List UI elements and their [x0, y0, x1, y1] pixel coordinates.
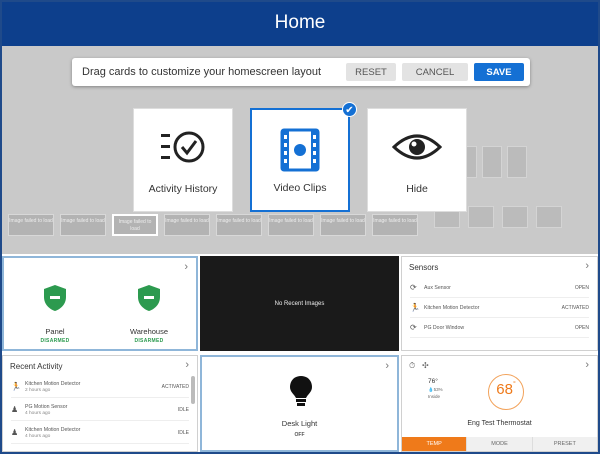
activity-time: 4 hours ago: [25, 433, 51, 439]
sensor-row[interactable]: 🏃 Kitchen Motion Detector ACTIVATED: [410, 298, 589, 318]
thermostat-name: Eng Test Thermostat: [467, 420, 532, 427]
activity-name: Kitchen Motion Detector: [25, 380, 81, 387]
chevron-right-icon[interactable]: ›: [585, 260, 589, 272]
light-status: OFF: [294, 432, 305, 438]
security-item-name: Panel: [45, 327, 65, 336]
lightbulb-icon[interactable]: [288, 375, 314, 407]
card-label: Activity History: [148, 183, 218, 195]
chevron-right-icon[interactable]: ›: [184, 261, 188, 273]
scrollbar[interactable]: [191, 376, 195, 404]
chevron-right-icon[interactable]: ›: [585, 359, 589, 371]
panel-title: Recent Activity: [10, 362, 63, 371]
chevron-right-icon[interactable]: ›: [185, 359, 189, 371]
shield-icon: [44, 285, 66, 311]
sensor-icon: ⟳: [410, 283, 417, 292]
activity-row[interactable]: ♟ Kitchen Motion Detector 4 hours ago IDL…: [11, 422, 189, 444]
background-tile: Image failed to load: [112, 214, 158, 236]
card-hide[interactable]: Hide: [367, 108, 467, 212]
security-panel[interactable]: › Panel DISARMED Warehouse DISARMED: [2, 256, 198, 351]
tab-preset[interactable]: PRESET: [531, 437, 597, 451]
background-widget: [536, 206, 562, 228]
security-item-status: DISARMED: [40, 338, 70, 344]
thermostat-panel[interactable]: ⏱ ✣ › 76° 💧53% Inside 68 ° Eng Test Therm…: [401, 355, 598, 452]
sensors-panel[interactable]: Sensors › ⟳ Aux Sensor OPEN 🏃 Kitchen Mo…: [401, 256, 598, 351]
background-widget: [468, 206, 494, 228]
person-icon: ♟: [11, 428, 19, 437]
security-item-name: Warehouse: [129, 327, 169, 336]
cancel-button[interactable]: CANCEL: [402, 63, 468, 81]
activity-name: Kitchen Motion Detector: [25, 426, 81, 433]
security-item-panel[interactable]: Panel DISARMED: [20, 284, 90, 344]
sensor-name: Aux Sensor: [424, 284, 451, 291]
sensor-status: ACTIVATED: [561, 304, 589, 311]
card-video-clips[interactable]: Video Clips: [250, 108, 350, 212]
background-tile: Image failed to load: [268, 214, 314, 236]
reset-button[interactable]: RESET: [346, 63, 396, 81]
background-tile: Image failed to load: [164, 214, 210, 236]
fan-icon[interactable]: ✣: [422, 361, 429, 370]
background-tile: Image failed to load: [216, 214, 262, 236]
temp-location: Inside: [428, 394, 441, 399]
light-panel[interactable]: › Desk Light OFF: [200, 355, 399, 452]
recent-activity-panel[interactable]: Recent Activity › 🏃 Kitchen Motion Detec…: [2, 355, 198, 452]
setpoint-dial[interactable]: 68 °: [488, 374, 524, 410]
background-widget: [502, 206, 528, 228]
activity-status: ACTIVATED: [161, 383, 189, 390]
sensor-name: Kitchen Motion Detector: [424, 304, 480, 311]
schedule-icon[interactable]: ⏱: [409, 361, 415, 371]
activity-history-icon: [161, 131, 205, 163]
humidity-value: 53%: [433, 387, 443, 392]
motion-icon: 🏃: [410, 303, 420, 312]
background-tile: Image failed to load: [60, 214, 106, 236]
no-images-text: No Recent Images: [274, 300, 325, 307]
indoor-temp: 76°: [428, 378, 438, 385]
background-widget: [507, 146, 527, 178]
tab-temp[interactable]: TEMP: [402, 437, 467, 451]
activity-name: PG Motion Sensor: [25, 403, 68, 410]
door-icon: ⟳: [410, 323, 417, 332]
background-tile: Image failed to load: [372, 214, 418, 236]
chevron-right-icon[interactable]: ›: [385, 360, 389, 372]
panel-title: Sensors: [409, 263, 439, 272]
sensor-status: OPEN: [574, 284, 589, 291]
app-header: Home: [0, 0, 600, 46]
save-button[interactable]: SAVE: [474, 63, 524, 81]
motion-icon: 🏃: [11, 382, 21, 391]
card-label: Video Clips: [273, 182, 327, 194]
setpoint-degree: °: [512, 381, 516, 388]
camera-panel[interactable]: No Recent Images: [200, 256, 399, 351]
shield-icon: [138, 285, 160, 311]
light-name: Desk Light: [281, 419, 318, 428]
security-item-status: DISARMED: [134, 338, 164, 344]
sensor-name: PG Door Window: [424, 324, 465, 331]
sensor-row[interactable]: ⟳ PG Door Window OPEN: [410, 318, 589, 338]
customize-overlay: Image failed to load Image failed to loa…: [2, 46, 598, 254]
background-tile: Image failed to load: [8, 214, 54, 236]
sensor-row[interactable]: ⟳ Aux Sensor OPEN: [410, 278, 589, 298]
person-icon: ♟: [11, 405, 19, 414]
customize-toolbar: Drag cards to customize your homescreen …: [72, 58, 530, 86]
activity-row[interactable]: ♟ PG Motion Sensor 4 hours ago IDLE: [11, 399, 189, 421]
video-clips-icon: [280, 128, 320, 172]
background-tile: Image failed to load: [320, 214, 366, 236]
activity-time: 4 hours ago: [25, 410, 51, 416]
activity-row[interactable]: 🏃 Kitchen Motion Detector 2 hours ago ACT…: [11, 376, 189, 398]
thermostat-tabs: TEMP MODE PRESET: [402, 437, 597, 451]
selected-check-icon: ✔: [342, 102, 357, 117]
activity-status: IDLE: [177, 406, 189, 413]
customize-message: Drag cards to customize your homescreen …: [82, 66, 322, 78]
setpoint-value: 68: [496, 381, 513, 398]
card-activity-history[interactable]: Activity History: [133, 108, 233, 212]
card-label: Hide: [406, 183, 428, 195]
eye-icon: [391, 134, 443, 160]
tab-mode[interactable]: MODE: [466, 437, 532, 451]
background-widget: [482, 146, 502, 178]
security-item-warehouse[interactable]: Warehouse DISARMED: [114, 284, 184, 344]
activity-time: 2 hours ago: [25, 387, 51, 393]
page-title: Home: [274, 12, 326, 33]
activity-status: IDLE: [177, 429, 189, 436]
sensor-status: OPEN: [574, 324, 589, 331]
